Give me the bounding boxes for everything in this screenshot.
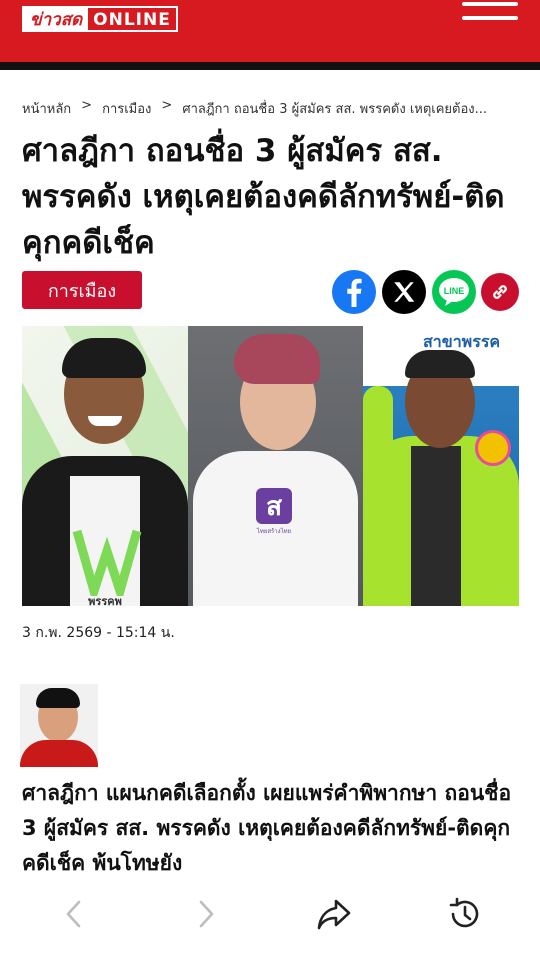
photo-panel-candidate-2: ส ไทยสร้างไทย <box>188 326 363 606</box>
history-icon <box>449 897 479 928</box>
line-share-button[interactable]: LINE <box>432 270 476 314</box>
logo-online-text: ONLINE <box>88 8 176 30</box>
photo-panel-candidate-3: สาขาพรรค <box>363 326 519 606</box>
copy-link-button[interactable] <box>481 273 519 311</box>
share-button[interactable] <box>314 894 354 934</box>
site-header: ข่าวสด ONLINE <box>0 0 540 62</box>
article-title: ศาลฎีกา ถอนชื่อ 3 ผู้สมัคร สส. พรรคดัง เ… <box>22 133 505 261</box>
breadcrumb-separator: > <box>161 98 173 113</box>
photo-panel-candidate-1: พรรคพ <box>22 326 188 606</box>
header-divider <box>0 62 540 70</box>
x-icon <box>394 282 415 302</box>
chevron-right-icon <box>199 900 214 928</box>
shirt-text: พรรคพ <box>88 595 122 606</box>
x-share-button[interactable] <box>382 270 426 314</box>
browser-toolbar <box>0 880 540 960</box>
logo-thai-text: ข่าวสด <box>24 8 89 30</box>
video-presenter-thumbnail[interactable] <box>20 684 98 767</box>
site-logo[interactable]: ข่าวสด ONLINE <box>22 6 178 32</box>
breadcrumb-home[interactable]: หน้าหลัก <box>22 98 71 119</box>
line-icon-text: LINE <box>444 286 465 296</box>
article-date: 3 ก.พ. 2569 - 15:14 น. <box>22 625 175 641</box>
party-logo-w-icon <box>72 529 142 596</box>
facebook-icon <box>347 278 362 307</box>
line-icon: LINE <box>439 278 469 306</box>
facebook-share-button[interactable] <box>332 270 376 314</box>
forward-button[interactable] <box>186 894 226 934</box>
party-badge-subtext: ไทยสร้างไทย <box>256 528 292 535</box>
party-badge: ส <box>256 488 292 524</box>
breadcrumb-separator: > <box>81 98 93 113</box>
hamburger-menu-icon[interactable] <box>462 2 518 24</box>
article-lead-paragraph: ศาลฎีกา แผนกคดีเลือกตั้ง เผยแพร่คำพิพากษ… <box>22 781 512 875</box>
link-icon <box>493 285 507 299</box>
chevron-left-icon <box>66 900 81 928</box>
share-icon <box>317 899 351 930</box>
category-tag[interactable]: การเมือง <box>22 271 142 309</box>
history-button[interactable] <box>445 894 485 934</box>
breadcrumb: หน้าหลัก > การเมือง > ศาลฎีกา ถอนชื่อ 3 … <box>22 98 520 119</box>
article-hero-image[interactable]: พรรคพ ส ไทยสร้างไทย สาขาพรรค <box>22 326 519 606</box>
breadcrumb-section[interactable]: การเมือง <box>102 98 151 119</box>
back-button[interactable] <box>54 894 94 934</box>
breadcrumb-current: ศาลฎีกา ถอนชื่อ 3 ผู้สมัคร สส. พรรคดัง เ… <box>182 102 488 117</box>
